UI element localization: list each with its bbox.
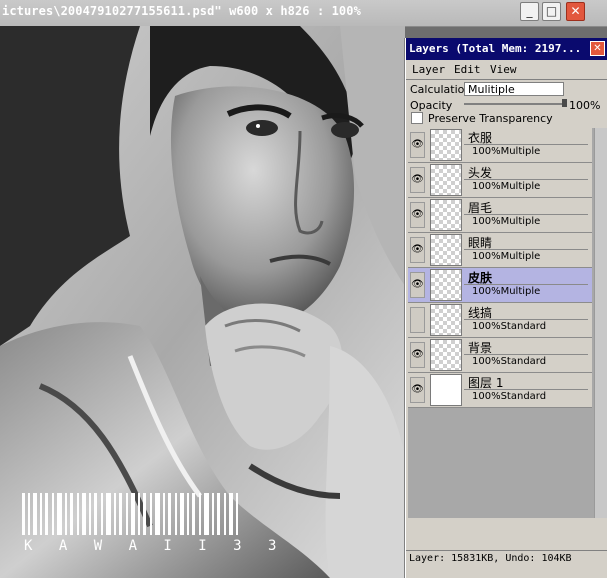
document-title-bar[interactable]: ictures\20047910277155611.psd" w600 x h8… xyxy=(0,0,607,27)
layer-mode: 100%Multiple xyxy=(472,181,541,192)
eye-icon[interactable]: 👁 xyxy=(410,167,425,193)
layer-mode: 100%Standard xyxy=(472,356,547,367)
layer-row[interactable]: 👁 线搞 100%Standard xyxy=(408,303,592,338)
layer-divider xyxy=(464,179,588,180)
layer-mode: 100%Multiple xyxy=(472,216,541,227)
layer-mode: 100%Multiple xyxy=(472,251,541,262)
layer-mode: 100%Multiple xyxy=(472,286,541,297)
layer-thumbnail xyxy=(430,199,462,231)
layer-divider xyxy=(464,214,588,215)
layers-panel-title: Layers (Total Mem: 2197... xyxy=(409,42,582,55)
layer-row[interactable]: 👁 头发 100%Multiple xyxy=(408,163,592,198)
layer-row[interactable]: 👁 图层 1 100%Standard xyxy=(408,373,592,408)
close-button[interactable]: ✕ xyxy=(566,2,585,21)
menu-edit[interactable]: Edit xyxy=(454,63,481,76)
layer-thumbnail xyxy=(430,374,462,406)
opacity-value: 100% xyxy=(569,99,601,112)
layer-thumbnail xyxy=(430,129,462,161)
memory-status: Layer: 15831KB, Undo: 104KB xyxy=(406,550,607,566)
calculation-label: Calculation xyxy=(410,83,472,96)
preserve-transparency-checkbox[interactable] xyxy=(411,112,423,124)
layer-row[interactable]: 👁 背景 100%Standard xyxy=(408,338,592,373)
layer-mode: 100%Standard xyxy=(472,391,547,402)
preserve-transparency-label: Preserve Transparency xyxy=(428,112,553,125)
minimize-button[interactable]: _ xyxy=(520,2,539,21)
layer-divider xyxy=(464,354,588,355)
layers-panel: Layers (Total Mem: 2197... ✕ Layer Edit … xyxy=(405,38,607,578)
layer-mode: 100%Standard xyxy=(472,321,547,332)
opacity-label: Opacity xyxy=(410,99,453,112)
eye-icon[interactable]: 👁 xyxy=(410,132,425,158)
eye-icon[interactable]: 👁 xyxy=(410,237,425,263)
layer-thumbnail xyxy=(430,269,462,301)
eye-hidden-icon[interactable]: 👁 xyxy=(410,307,425,333)
layer-divider xyxy=(464,319,588,320)
canvas[interactable]: K A W A I I 3 3 xyxy=(0,26,405,578)
watermark-text: K A W A I I 3 3 xyxy=(24,538,286,554)
eye-icon[interactable]: 👁 xyxy=(410,377,425,403)
layer-row[interactable]: 👁 眉毛 100%Multiple xyxy=(408,198,592,233)
maximize-button[interactable]: □ xyxy=(542,2,561,21)
layers-scrollbar[interactable] xyxy=(594,128,607,518)
calculation-select[interactable]: Mulitiple xyxy=(464,82,564,96)
layer-divider xyxy=(464,144,588,145)
layers-menu-bar: Layer Edit View xyxy=(406,60,607,80)
opacity-slider[interactable] xyxy=(464,103,566,105)
layer-divider xyxy=(464,389,588,390)
menu-view[interactable]: View xyxy=(490,63,517,76)
layers-panel-close-icon[interactable]: ✕ xyxy=(590,41,605,56)
layer-properties: Calculation Mulitiple Opacity 100% Prese… xyxy=(406,79,607,127)
layer-divider xyxy=(464,249,588,250)
document-title: ictures\20047910277155611.psd" w600 x h8… xyxy=(2,4,361,18)
layer-thumbnail xyxy=(430,164,462,196)
layer-row-selected[interactable]: 👁 皮肤 100%Multiple xyxy=(408,268,592,303)
layer-row[interactable]: 👁 衣服 100%Multiple xyxy=(408,128,592,163)
opacity-slider-thumb[interactable] xyxy=(562,99,567,107)
layers-panel-title-bar[interactable]: Layers (Total Mem: 2197... ✕ xyxy=(406,38,607,60)
layer-thumbnail xyxy=(430,234,462,266)
layer-mode: 100%Multiple xyxy=(472,146,541,157)
eye-icon[interactable]: 👁 xyxy=(410,202,425,228)
eye-icon[interactable]: 👁 xyxy=(410,342,425,368)
eye-icon[interactable]: 👁 xyxy=(410,272,425,298)
menu-layer[interactable]: Layer xyxy=(412,63,445,76)
barcode-logo xyxy=(22,493,238,535)
layers-list: 👁 衣服 100%Multiple 👁 头发 100%Multiple 👁 眉毛… xyxy=(408,128,607,518)
layer-thumbnail xyxy=(430,339,462,371)
layer-thumbnail xyxy=(430,304,462,336)
layer-row[interactable]: 👁 眼睛 100%Multiple xyxy=(408,233,592,268)
layer-divider xyxy=(464,284,588,285)
